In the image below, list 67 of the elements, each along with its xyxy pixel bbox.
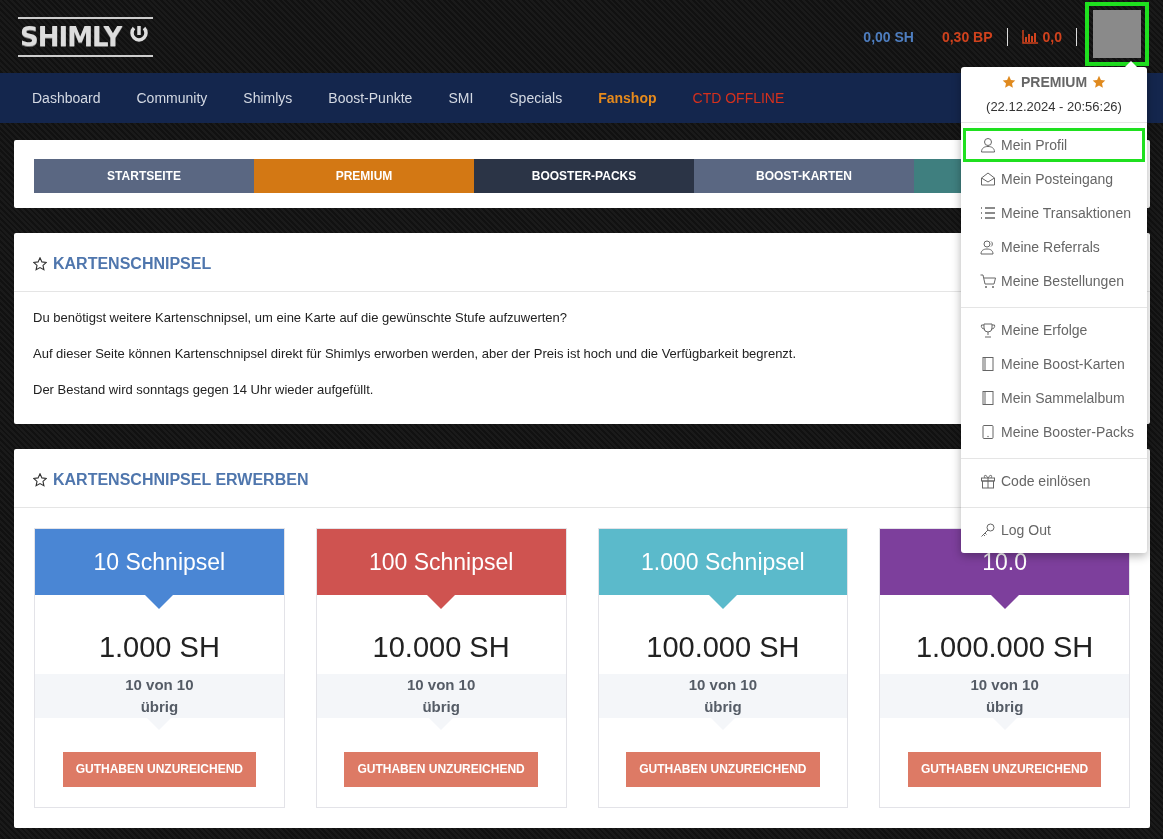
stock-count: 10 von 10: [969, 675, 1040, 695]
shop-tab[interactable]: BOOSTER-PACKS: [474, 159, 694, 193]
info-text: Auf dieser Seite können Kartenschnipsel direkt für Shimlys erworben werden, aber der Preis ist hoch und die Verfügbarkeit begrenzt.: [33, 346, 798, 361]
cart-icon: [980, 273, 996, 289]
balance-value: 0,0: [1042, 28, 1062, 45]
nav-link[interactable]: Dashboard: [14, 90, 119, 106]
star-icon: [1001, 75, 1016, 89]
offer-price: 100.000 SH: [646, 631, 800, 664]
nav-link[interactable]: Specials: [491, 90, 581, 106]
offer-title: 100 Schnipsel: [368, 548, 514, 576]
menu-item[interactable]: Mein Profil: [963, 128, 1145, 162]
stock-label: übrig: [139, 697, 180, 717]
nav-link[interactable]: SMI: [430, 90, 492, 106]
offer-price: 1.000 SH: [98, 631, 220, 664]
info-text: Der Bestand wird sonntags gegen 14 Uhr wieder aufgefüllt.: [33, 382, 375, 397]
shop-tab[interactable]: STARTSEITE: [34, 159, 254, 193]
key-icon: [980, 522, 996, 538]
list-icon: [980, 205, 996, 221]
stock-count: 10 von 10: [405, 675, 477, 695]
nav-link[interactable]: Fanshop: [580, 90, 675, 106]
menu-item[interactable]: Meine Transaktionen: [963, 196, 1145, 230]
trophy-icon: [980, 322, 996, 338]
gift-icon: [980, 473, 996, 489]
menu-item[interactable]: Meine Boost-Karten: [963, 347, 1145, 381]
shop-tab[interactable]: PREMIUM: [254, 159, 474, 193]
nav-link[interactable]: Boost-Punkte: [310, 90, 431, 106]
panel-title: KARTENSCHNIPSEL: [53, 255, 212, 273]
bar-chart-icon: [1021, 29, 1039, 44]
shop-tab[interactable]: BOOST-KARTEN: [694, 159, 914, 193]
menu-item[interactable]: Log Out: [963, 513, 1145, 547]
stock-count: 10 von 10: [124, 675, 195, 695]
star-icon: [33, 473, 47, 487]
star-icon: [33, 257, 47, 271]
stock-label: übrig: [984, 697, 1025, 717]
envelope-icon: [980, 171, 996, 187]
nav-link[interactable]: Shimlys: [225, 90, 311, 106]
site-logo[interactable]: SHIMLY: [18, 16, 154, 57]
user-avatar[interactable]: [1085, 1, 1149, 66]
balance-value: 0,30 BP: [941, 28, 993, 45]
photo-placeholder: [1093, 9, 1141, 58]
nav-link[interactable]: Community: [118, 90, 226, 106]
menu-item[interactable]: Meine Referrals: [963, 230, 1145, 264]
menu-item[interactable]: Meine Erfolge: [963, 313, 1145, 347]
premium-status: PREMIUM: [1020, 74, 1088, 90]
balance-value: 0,00 SH: [863, 28, 914, 45]
users-icon: [980, 239, 996, 255]
menu-item[interactable]: Meine Bestellungen: [963, 264, 1145, 298]
menu-item[interactable]: Mein Posteingang: [963, 162, 1145, 196]
offer-title: 10 Schnipsel: [93, 548, 226, 576]
user-icon: [980, 137, 996, 153]
offer-title: 10.0: [982, 548, 1027, 576]
menu-item[interactable]: Code einlösen: [963, 464, 1145, 498]
offer-price: 1.000.000 SH: [915, 631, 1094, 664]
menu-item[interactable]: Mein Sammelalbum: [963, 381, 1145, 415]
stock-label: übrig: [421, 697, 461, 717]
menu-item[interactable]: Meine Booster-Packs: [963, 415, 1145, 449]
stock-count: 10 von 10: [687, 675, 759, 695]
book-icon: [980, 356, 996, 372]
tablet-icon: [980, 424, 996, 440]
premium-expiry-date: (22.12.2024 - 20:56:26): [985, 99, 1123, 114]
star-icon: [1092, 75, 1107, 89]
stock-label: übrig: [703, 697, 743, 717]
book-icon: [980, 390, 996, 406]
offer-title: 1.000 Schnipsel: [641, 548, 805, 576]
offer-price: 10.000 SH: [372, 631, 510, 664]
panel-title: KARTENSCHNIPSEL ERWERBEN: [53, 471, 309, 489]
info-text: Du benötigst weitere Kartenschnipsel, um eine Karte auf die gewünschte Stufe aufzuwerten?: [33, 310, 569, 325]
